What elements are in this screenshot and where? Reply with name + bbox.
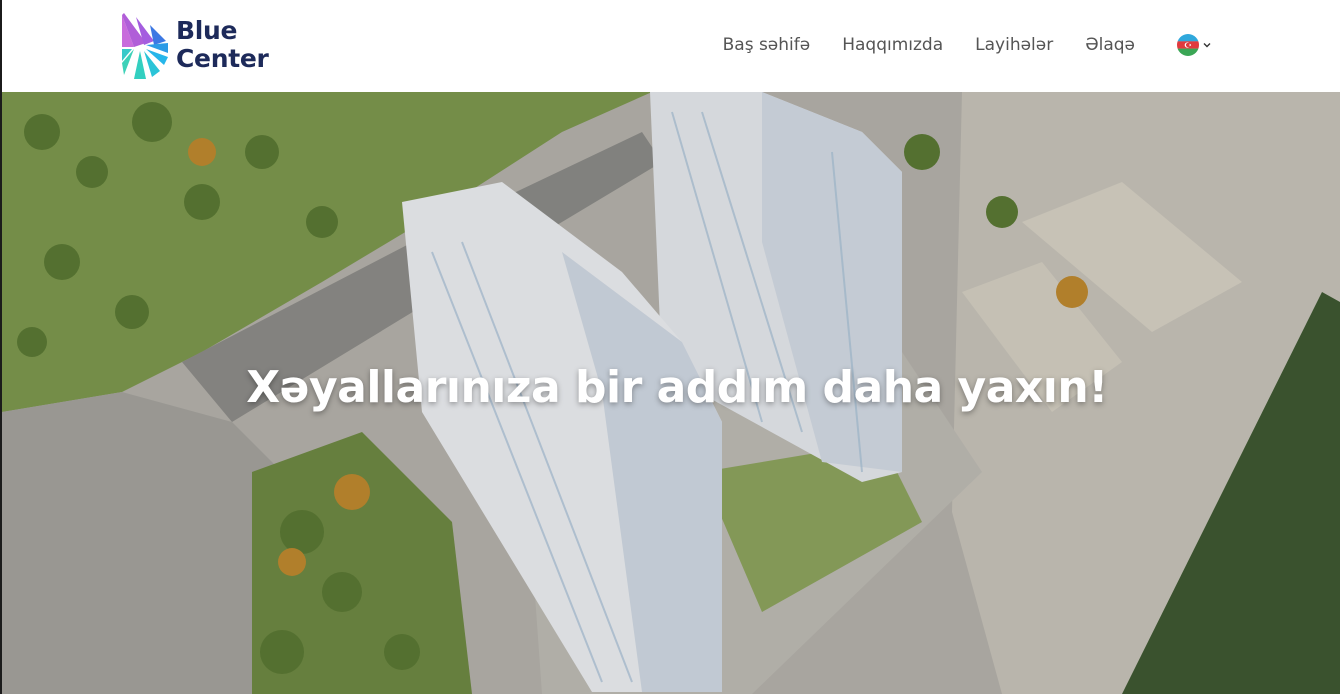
nav-item-projects[interactable]: Layihələr bbox=[975, 33, 1053, 57]
brand-name: Blue Center bbox=[176, 17, 269, 73]
hero-title: Xəyallarınıza bir addım daha yaxın! bbox=[246, 362, 1108, 413]
nav-item-about[interactable]: Haqqımızda bbox=[842, 33, 943, 57]
nav-item-contact[interactable]: Əlaqə bbox=[1085, 33, 1135, 57]
azerbaijan-flag-icon bbox=[1177, 34, 1199, 56]
site-header: Blue Center Baş səhifə Haqqımızda Layihə… bbox=[0, 0, 1340, 92]
chevron-down-icon bbox=[1203, 43, 1211, 48]
logo-fan-icon bbox=[122, 13, 168, 79]
nav-item-home[interactable]: Baş səhifə bbox=[723, 33, 811, 57]
hero-banner: Xəyallarınıza bir addım daha yaxın! bbox=[2, 92, 1340, 694]
window-edge bbox=[0, 0, 2, 694]
brand-logo[interactable]: Blue Center bbox=[120, 11, 269, 79]
language-switcher[interactable] bbox=[1177, 34, 1212, 56]
brand-line-1: Blue bbox=[176, 16, 238, 45]
main-nav: Baş səhifə Haqqımızda Layihələr Əlaqə bbox=[723, 33, 1212, 57]
brand-line-2: Center bbox=[176, 44, 269, 73]
